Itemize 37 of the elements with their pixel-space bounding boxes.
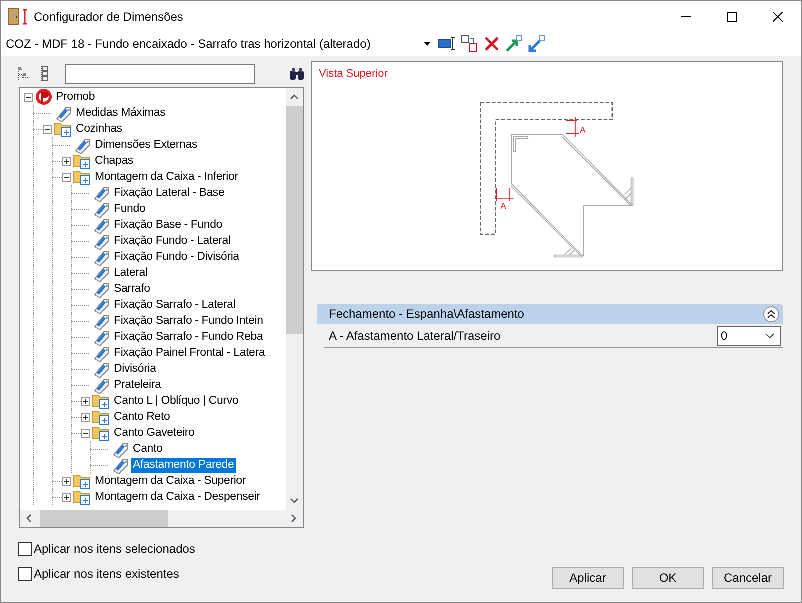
tree-item[interactable]: Montagem da Caixa - Inferior — [93, 170, 240, 184]
dialog-button[interactable]: OK — [632, 567, 704, 589]
tree-item[interactable]: Montagem da Caixa - Superior — [93, 474, 248, 488]
property-group-header[interactable]: Fechamento - Espanha\Afastamento — [317, 304, 783, 324]
tree-item[interactable]: Montagem da Caixa - Despenseir — [93, 490, 262, 504]
tree-item[interactable]: Fixação Base - Fundo — [112, 218, 225, 232]
tree-item[interactable]: Canto Gaveteiro — [112, 426, 197, 440]
tree-item[interactable]: Medidas Máximas — [74, 106, 168, 120]
property-dropdown[interactable]: 0 — [717, 326, 781, 346]
plan-drawing: A A — [480, 102, 634, 258]
checkbox-label: Aplicar nos itens existentes — [34, 567, 180, 581]
tree-item[interactable]: Fixação Fundo - Divisória — [112, 250, 242, 264]
tree-item[interactable]: Sarrafo — [112, 282, 152, 296]
tree-item[interactable]: Canto Reto — [112, 410, 172, 424]
tree-item[interactable]: Fixação Sarrafo - Lateral — [112, 298, 238, 312]
tree-item[interactable]: Fixação Painel Frontal - Latera — [112, 346, 268, 360]
dialog-button[interactable]: Cancelar — [712, 567, 784, 589]
tree-item[interactable]: Fundo — [112, 202, 148, 216]
tree-item[interactable]: Divisória — [112, 362, 158, 376]
tree-item[interactable]: Fixação Fundo - Lateral — [112, 234, 233, 248]
tree-item[interactable]: Promob — [54, 90, 98, 104]
tree-item[interactable]: Lateral — [112, 266, 150, 280]
tree-item[interactable]: Chapas — [93, 154, 136, 168]
tree-item[interactable]: Fixação Sarrafo - Fundo Reba — [112, 330, 266, 344]
tree-item[interactable]: Cozinhas — [74, 122, 124, 136]
tree-item[interactable]: Canto — [131, 442, 165, 456]
dialog-button[interactable]: Aplicar — [552, 567, 624, 589]
tree-item[interactable]: Canto L | Oblíquo | Curvo — [112, 394, 241, 408]
view-title: Vista Superior — [319, 68, 388, 80]
tree-item[interactable]: Prateleira — [112, 378, 164, 392]
tree-item[interactable]: Dimensões Externas — [93, 138, 200, 152]
tree-item[interactable]: Fixação Lateral - Base — [112, 186, 227, 200]
checkbox-label: Aplicar nos itens selecionados — [34, 542, 196, 556]
tree-item[interactable]: Fixação Sarrafo - Fundo Intein — [112, 314, 266, 328]
tree-item[interactable]: Afastamento Parede — [131, 458, 236, 472]
window-title: Configurador de Dimensões — [34, 10, 184, 24]
property-label: A - Afastamento Lateral/Traseiro — [328, 328, 501, 342]
